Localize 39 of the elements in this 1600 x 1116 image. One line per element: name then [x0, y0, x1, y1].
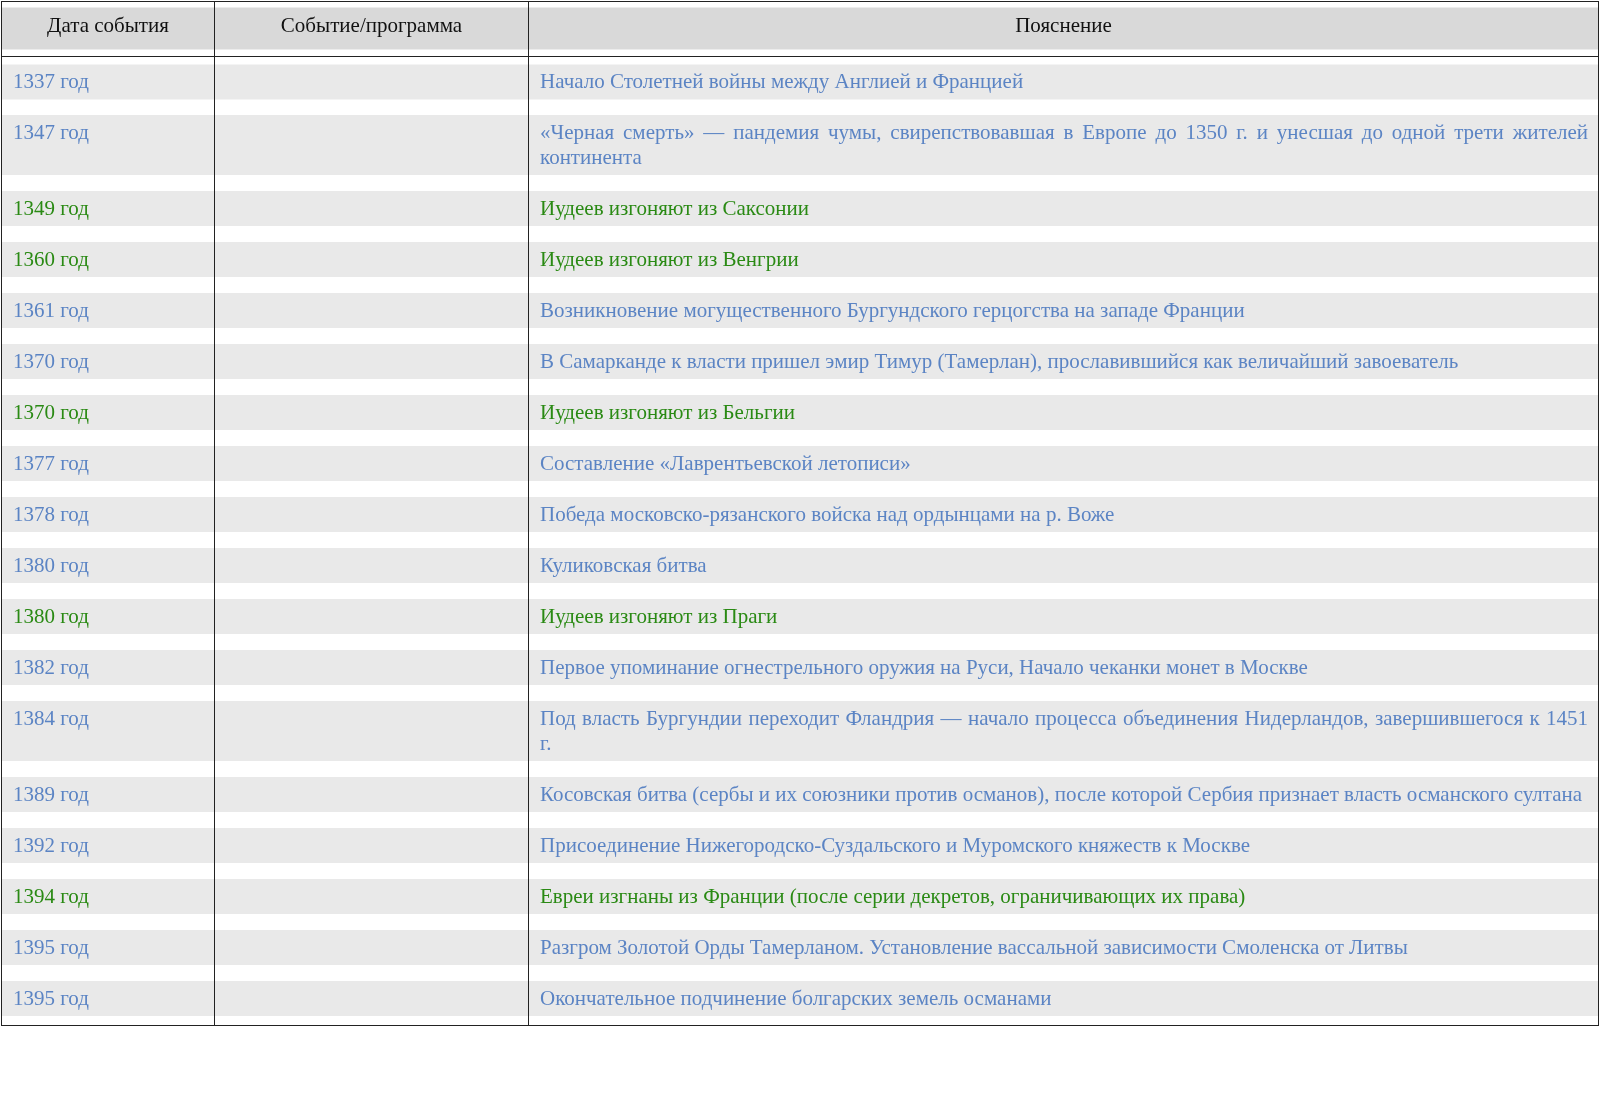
table-cell: Иудеев изгоняют из Праги — [528, 592, 1599, 643]
table-cell: 1380 год — [1, 592, 215, 643]
table-cell: 1370 год — [1, 337, 215, 388]
table-cell: «Черная смерть» — пандемия чумы, свирепствовавшая в Европе до 1350 г. и унесшая до одной трети жителей континента — [528, 108, 1599, 184]
table-cell: Победа московско-рязанского войска над ордынцами на р. Воже — [528, 490, 1599, 541]
table-cell: Разгром Золотой Орды Тамерланом. Установление вассальной зависимости Смоленска от Литвы — [528, 923, 1599, 974]
table-cell: 1395 год — [1, 923, 215, 974]
table-cell: 1337 год — [1, 56, 215, 108]
table-cell: Окончательное подчинение болгарских земель османами — [528, 974, 1599, 1026]
table-cell: Начало Столетней войны между Англией и Францией — [528, 56, 1599, 108]
table-cell: 1394 год — [1, 872, 215, 923]
table-cell: Первое упоминание огнестрельного оружия на Руси, Начало чеканки монет в Москве — [528, 643, 1599, 694]
table-cell: 1395 год — [1, 974, 215, 1026]
table-cell: Косовская битва (сербы и их союзники против османов), после которой Сербия признает власть османского султана — [528, 770, 1599, 821]
table-cell: 1370 год — [1, 388, 215, 439]
table-cell: В Самарканде к власти пришел эмир Тимур (Тамерлан), прославившийся как величайший завоеватель — [528, 337, 1599, 388]
table-cell: 1380 год — [1, 541, 215, 592]
table-cell: Под власть Бургундии переходит Фландрия — начало процесса объединения Нидерландов, завершившегося к 1451 г. — [528, 694, 1599, 770]
table-cell: 1377 год — [1, 439, 215, 490]
table-cell: Возникновение могущественного Бургундского герцогства на западе Франции — [528, 286, 1599, 337]
table-cell: 1389 год — [1, 770, 215, 821]
table-cell: Евреи изгнаны из Франции (после серии декретов, ограничивающих их права) — [528, 872, 1599, 923]
table-cell: 1392 год — [1, 821, 215, 872]
table-cell: 1360 год — [1, 235, 215, 286]
table-cell: 1384 год — [1, 694, 215, 770]
table-cell: Присоединение Нижегородско-Суздальского и Муромского княжеств к Москве — [528, 821, 1599, 872]
table-cell: Иудеев изгоняют из Бельгии — [528, 388, 1599, 439]
table-cell: 1382 год — [1, 643, 215, 694]
table-cell: Составление «Лаврентьевской летописи» — [528, 439, 1599, 490]
table-cell: Куликовская битва — [528, 541, 1599, 592]
column-header: Пояснение — [528, 1, 1599, 57]
table-cell: 1378 год — [1, 490, 215, 541]
column-header: Событие/программа — [214, 1, 529, 57]
table-cell: 1349 год — [1, 184, 215, 235]
table-cell: 1361 год — [1, 286, 215, 337]
table-cell: Иудеев изгоняют из Венгрии — [528, 235, 1599, 286]
table-cell: 1347 год — [1, 108, 215, 184]
column-header: Дата события — [1, 1, 215, 57]
table-cell: Иудеев изгоняют из Саксонии — [528, 184, 1599, 235]
